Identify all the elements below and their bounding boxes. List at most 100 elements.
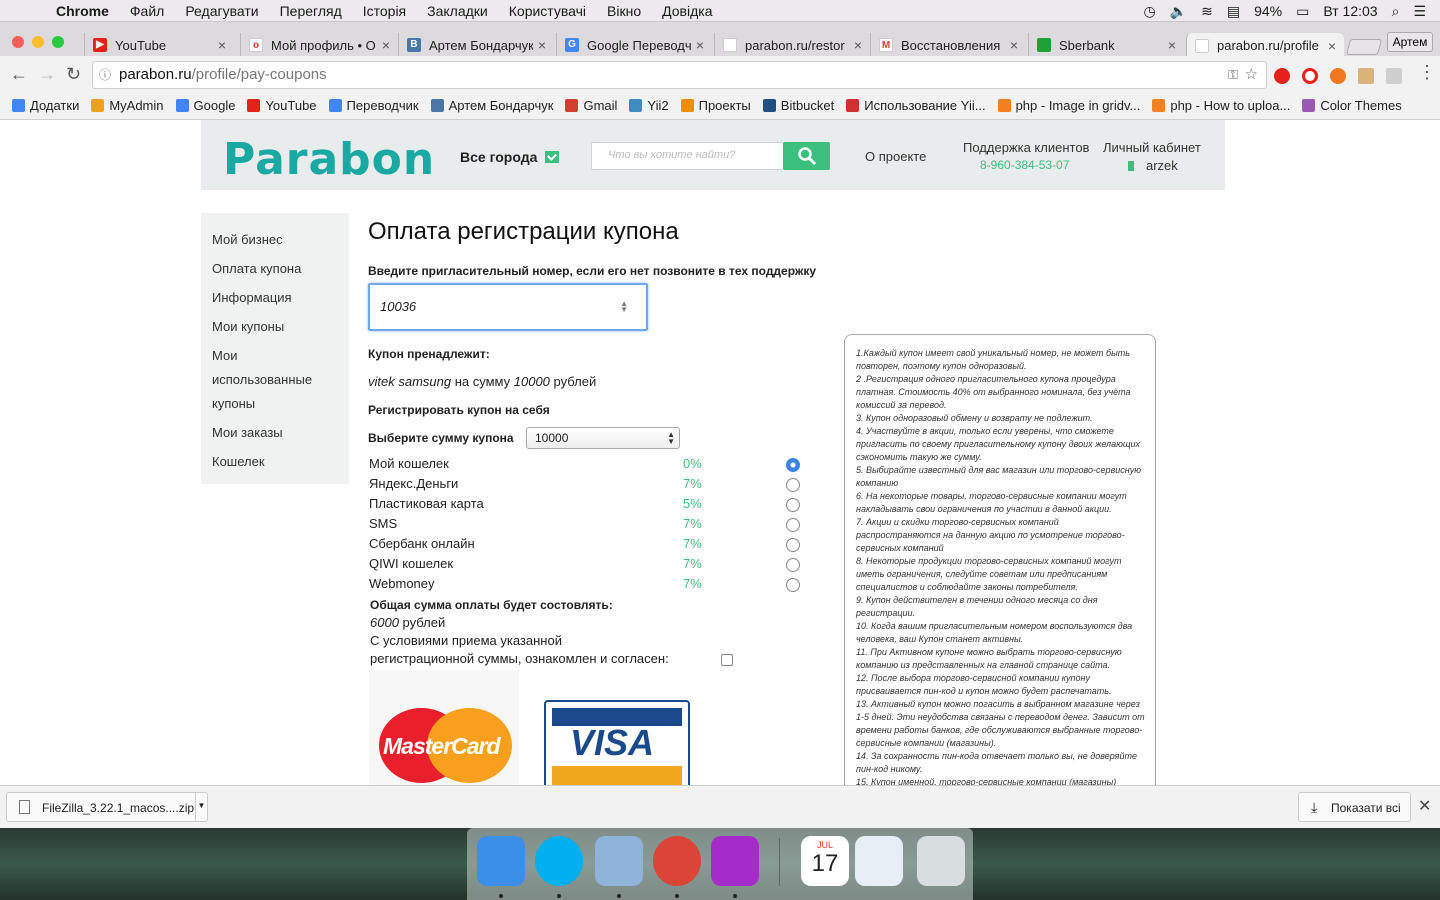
tab-8[interactable]: parabon.ru/profile × <box>1186 33 1344 58</box>
search-button[interactable] <box>783 142 830 170</box>
profile-button[interactable]: Артем <box>1387 32 1433 52</box>
agree-checkbox[interactable] <box>721 654 733 666</box>
close-shelf-icon[interactable]: ✕ <box>1418 796 1431 816</box>
payment-radio[interactable] <box>786 578 800 592</box>
invite-code-input[interactable]: 10036 ▲ ▼ <box>368 283 648 331</box>
menu-item-file[interactable]: Файл <box>130 3 164 19</box>
battery-icon[interactable]: ▭ <box>1296 3 1309 20</box>
payment-radio[interactable] <box>786 558 800 572</box>
close-tab-icon[interactable]: × <box>538 37 546 53</box>
menu-item-view[interactable]: Перегляд <box>280 3 342 19</box>
cabinet-link[interactable]: Личный кабинет <box>1103 140 1201 155</box>
terms-box[interactable]: 1.Каждый купон имеет свой уникальный ном… <box>844 334 1156 785</box>
show-all-downloads-button[interactable]: ⤓ Показати всі <box>1298 792 1411 822</box>
bookmark-star-icon[interactable]: ☆ <box>1245 62 1258 88</box>
adblock-icon[interactable] <box>1274 68 1290 84</box>
chrome-icon[interactable] <box>653 836 701 886</box>
bookmark-item[interactable]: Color Themes <box>1302 98 1402 113</box>
close-window-button[interactable] <box>12 36 24 48</box>
site-search-input[interactable]: Что вы хотите найти? <box>591 142 784 170</box>
close-tab-icon[interactable]: × <box>218 37 226 53</box>
finder-icon[interactable] <box>477 836 525 886</box>
close-tab-icon[interactable]: × <box>382 37 390 53</box>
zoom-window-button[interactable] <box>52 36 64 48</box>
address-bar[interactable]: ⓘ parabon.ru/profile/pay-coupons ⚿ ☆ <box>92 61 1267 89</box>
menu-item-window[interactable]: Вікно <box>607 3 641 19</box>
close-tab-icon[interactable]: × <box>1168 37 1176 53</box>
username[interactable]: arzek <box>1128 158 1201 173</box>
menu-item-edit[interactable]: Редагувати <box>185 3 258 19</box>
wifi-icon[interactable]: ≋ <box>1201 3 1213 20</box>
sidebar-item-business[interactable]: Мой бизнес <box>212 228 283 252</box>
support-phone[interactable]: 8-960-384-53-07 <box>980 158 1089 172</box>
tab-1[interactable]: ▶ YouTube × <box>84 33 234 57</box>
phpstorm-icon[interactable] <box>711 836 759 886</box>
trash-icon[interactable] <box>917 836 965 886</box>
mastercard-logo[interactable]: MasterCard <box>369 670 519 785</box>
tab-7[interactable]: Sberbank × <box>1028 33 1184 57</box>
bookmark-item[interactable]: YouTube <box>247 98 317 113</box>
bookmark-item[interactable]: Bitbucket <box>762 98 834 113</box>
close-tab-icon[interactable]: × <box>854 37 862 53</box>
sidebar-item-coupon-payment[interactable]: Оплата купона <box>212 257 301 281</box>
payment-radio[interactable] <box>786 478 800 492</box>
city-selector[interactable]: Все города <box>460 149 560 165</box>
minimize-window-button[interactable] <box>32 36 44 48</box>
volume-icon[interactable]: 🔈 <box>1170 3 1187 20</box>
bookmark-item[interactable]: Артем Бондарчук <box>430 98 553 113</box>
tab-3[interactable]: В Артем Бондарчук × <box>398 33 554 57</box>
sidebar-item-orders[interactable]: Мои заказы <box>212 421 283 445</box>
calendar-icon[interactable]: JUL 17 <box>801 836 849 886</box>
bookmark-item[interactable]: Переводчик <box>328 98 419 113</box>
payment-radio[interactable] <box>786 538 800 552</box>
tab-5[interactable]: parabon.ru/restor × <box>714 33 870 57</box>
extension-drive-icon[interactable] <box>1386 68 1402 84</box>
self-register-link[interactable]: Регистрировать купон на себя <box>368 403 550 417</box>
tab-2[interactable]: o Мой профиль • O × <box>240 33 398 57</box>
menu-app-name[interactable]: Chrome <box>56 3 109 19</box>
tab-6[interactable]: M Восстановления × <box>870 33 1026 57</box>
bookmark-item[interactable]: php - How to uploa... <box>1152 98 1290 113</box>
new-tab-button[interactable] <box>1345 39 1383 55</box>
close-tab-icon[interactable]: × <box>696 37 704 53</box>
visa-logo[interactable]: VISA <box>544 700 690 785</box>
download-menu-icon[interactable]: ▼ <box>195 793 207 821</box>
opera-vpn-icon[interactable] <box>1302 68 1318 84</box>
close-tab-icon[interactable]: × <box>1010 37 1018 53</box>
spotlight-icon[interactable]: ⌕ <box>1392 3 1400 20</box>
extension-tools-icon[interactable] <box>1358 68 1374 84</box>
flag-icon[interactable]: ▤ <box>1227 3 1240 20</box>
bookmark-item[interactable]: Yii2 <box>629 98 669 113</box>
bookmark-item[interactable]: Gmail <box>565 98 617 113</box>
key-icon[interactable]: ⚿ <box>1228 62 1238 88</box>
number-spinner-icon[interactable]: ▲ ▼ <box>620 300 628 314</box>
reload-icon[interactable]: ↻ <box>66 64 81 85</box>
back-icon[interactable]: ← <box>10 64 28 85</box>
bookmark-item[interactable]: Google <box>175 98 235 113</box>
menu-item-help[interactable]: Довідка <box>662 3 712 19</box>
page-info-icon[interactable]: ⓘ <box>99 62 111 88</box>
bookmark-item[interactable]: Проекты <box>680 98 751 113</box>
bookmark-item[interactable]: MyAdmin <box>91 98 164 113</box>
sidebar-item-my-coupons[interactable]: Мои купоны <box>212 315 284 339</box>
skype-icon[interactable] <box>535 836 583 886</box>
sidebar-item-wallet[interactable]: Кошелек <box>212 450 265 474</box>
tab-4[interactable]: G Google Переводч × <box>556 33 712 57</box>
payment-radio[interactable] <box>786 498 800 512</box>
bookmark-item[interactable]: php - Image in gridv... <box>997 98 1140 113</box>
bookmark-item[interactable]: Додатки <box>12 98 79 113</box>
menu-item-history[interactable]: Історія <box>363 3 406 19</box>
timemachine-icon[interactable]: ◷ <box>1143 3 1155 20</box>
close-tab-icon[interactable]: × <box>1328 38 1336 54</box>
chrome-menu-icon[interactable]: ⋮ <box>1418 62 1436 83</box>
download-item[interactable]: FileZilla_3.22.1_macos....zip ▼ <box>6 792 208 822</box>
mail-icon[interactable] <box>595 836 643 886</box>
amount-select[interactable]: 10000 ▲ ▼ <box>526 427 680 449</box>
about-link[interactable]: О проекте <box>865 149 926 164</box>
payment-radio[interactable] <box>786 458 800 472</box>
site-logo[interactable]: Parabon <box>223 134 435 185</box>
notification-center-icon[interactable]: ☰ <box>1413 3 1426 20</box>
sidebar-item-information[interactable]: Информация <box>212 286 292 310</box>
sidebar-item-used-coupons[interactable]: Мои использованные купоны <box>212 344 322 416</box>
menu-item-users[interactable]: Користувачі <box>509 3 586 19</box>
